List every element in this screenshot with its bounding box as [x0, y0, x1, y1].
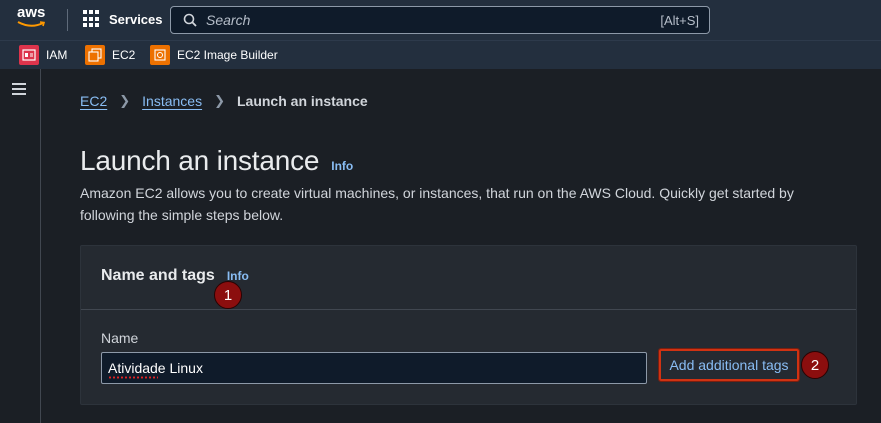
- main-content: EC2 ❯ Instances ❯ Launch an instance Lau…: [41, 69, 881, 423]
- name-field-label: Name: [101, 330, 139, 346]
- page-description: Amazon EC2 allows you to create virtual …: [80, 185, 794, 223]
- search-bar[interactable]: [Alt+S]: [170, 6, 710, 34]
- breadcrumb: EC2 ❯ Instances ❯ Launch an instance: [80, 93, 368, 109]
- spellcheck-underline: [108, 376, 158, 379]
- grid-icon: [83, 10, 101, 28]
- add-additional-tags-button[interactable]: Add additional tags: [658, 348, 800, 382]
- search-shortcut-hint: [Alt+S]: [660, 12, 699, 28]
- favorite-ec2-image-builder[interactable]: EC2 Image Builder: [150, 45, 278, 65]
- favorite-iam-label: IAM: [46, 48, 68, 62]
- services-menu-button[interactable]: Services: [83, 10, 163, 28]
- favorite-iam[interactable]: IAM: [19, 45, 67, 65]
- step-badge-1: 1: [214, 281, 242, 309]
- aws-logo-text: aws: [17, 4, 46, 21]
- panel-header: Name and tags Info: [81, 246, 856, 310]
- favorites-bar: IAM EC2 EC2 Image Builder: [0, 40, 881, 69]
- ec2-icon: [85, 45, 105, 65]
- side-navigation-rail: [0, 69, 41, 423]
- page-info-link[interactable]: Info: [331, 159, 353, 173]
- image-builder-icon: [150, 45, 170, 65]
- favorite-ec2-label: EC2: [112, 48, 136, 62]
- page-title: Launch an instance: [80, 145, 320, 176]
- favorite-ec2[interactable]: EC2: [85, 45, 135, 65]
- name-input[interactable]: [101, 352, 647, 384]
- nav-divider: [67, 9, 68, 31]
- chevron-right-icon: ❯: [119, 93, 131, 108]
- search-input[interactable]: [197, 12, 661, 28]
- menu-icon[interactable]: [12, 83, 26, 95]
- iam-icon: [19, 45, 39, 65]
- page-header: Launch an instance Info: [80, 145, 353, 177]
- breadcrumb-current: Launch an instance: [236, 93, 368, 109]
- aws-smile-icon: [17, 21, 46, 27]
- aws-logo[interactable]: aws: [17, 4, 51, 32]
- step-badge-2: 2: [801, 351, 829, 379]
- breadcrumb-instances[interactable]: Instances: [142, 93, 202, 109]
- panel-title: Name and tags: [101, 267, 215, 284]
- breadcrumb-ec2[interactable]: EC2: [80, 93, 107, 109]
- chevron-right-icon: ❯: [214, 93, 225, 108]
- name-and-tags-panel: Name and tags Info Name Add additional t…: [80, 245, 857, 405]
- top-navigation: aws Services [Alt+S]: [0, 0, 881, 40]
- favorite-image-builder-label: EC2 Image Builder: [177, 48, 278, 62]
- search-icon: [183, 13, 197, 27]
- services-label: Services: [109, 11, 163, 27]
